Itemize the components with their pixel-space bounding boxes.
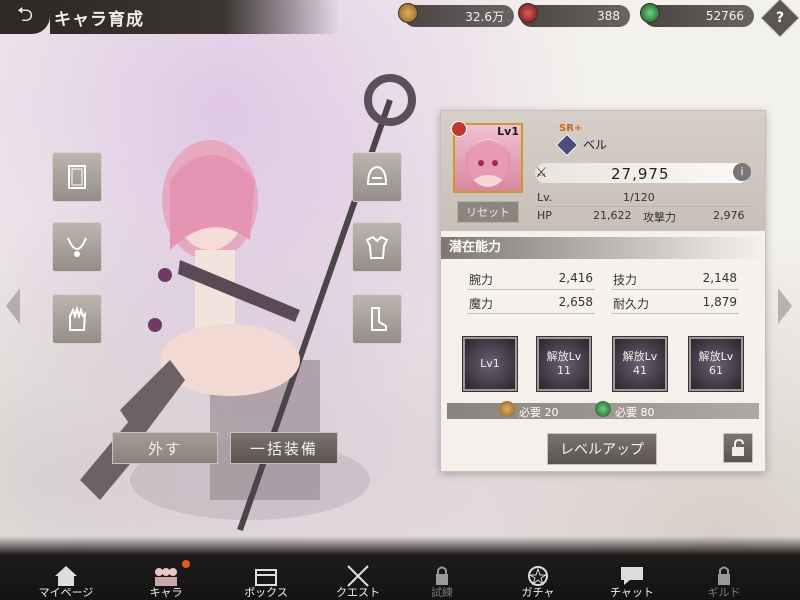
slot-card[interactable]	[52, 152, 102, 202]
skill-level: Lv1	[480, 357, 500, 370]
power-value: 27,975	[611, 165, 670, 183]
character-status-panel: Lv1 SR+ ベル ⚔ 27,975 i Lv. 1/120 HP 21,62…	[440, 110, 766, 472]
stat-label: 技力	[613, 273, 638, 287]
slot-helmet[interactable]	[352, 152, 402, 202]
slot-glove[interactable]	[52, 294, 102, 344]
unlock-icon	[732, 439, 744, 456]
red-gem-icon	[518, 3, 538, 23]
stat-row: 魔力 2,658	[467, 295, 595, 314]
title-bar: キャラ育成	[50, 0, 340, 34]
prev-character-arrow[interactable]	[6, 288, 20, 324]
lock-toggle-button[interactable]	[723, 433, 753, 463]
info-icon[interactable]: i	[733, 163, 751, 181]
help-button[interactable]: ?	[760, 0, 800, 38]
stat-label: 魔力	[469, 297, 494, 311]
nav-mypage[interactable]: マイページ	[26, 564, 106, 600]
orb-amount: 52766	[705, 9, 744, 23]
level-label: Lv.	[537, 191, 553, 204]
page-title: キャラ育成	[54, 9, 144, 30]
card-icon	[68, 165, 86, 189]
nav-box[interactable]: ボックス	[226, 564, 306, 600]
potential-skill-4[interactable]: 解放Lv 61	[689, 337, 743, 391]
nav-label: ガチャ	[521, 586, 555, 599]
nav-quest[interactable]: クエスト	[318, 564, 398, 600]
potential-section-title: 潜在能力	[441, 237, 765, 259]
nav-label: クエスト	[336, 586, 380, 599]
gold-requirement: 必要 20	[519, 406, 559, 419]
nav-label: キャラ	[149, 586, 183, 599]
attack-label: 攻撃力	[643, 211, 676, 224]
stat-value: 1,879	[702, 295, 737, 309]
portrait-level: Lv1	[497, 125, 519, 138]
nav-character[interactable]: キャラ	[126, 560, 206, 600]
sword-icon: ⚔	[535, 165, 548, 181]
nav-guild[interactable]: ギルド	[684, 564, 764, 600]
nav-label: ボックス	[244, 586, 288, 599]
gold-currency: 32.6万	[404, 5, 514, 27]
level-value: 1/120	[623, 191, 655, 204]
skill-label: 解放Lv	[622, 350, 658, 363]
nav-label: 試練	[431, 586, 453, 599]
necklace-icon	[67, 237, 87, 257]
potential-skill-1[interactable]: Lv1	[463, 337, 517, 391]
gold-coin-icon	[499, 401, 515, 417]
nav-chat[interactable]: チャット	[592, 564, 672, 600]
question-icon: ?	[775, 10, 785, 26]
stat-label: 腕力	[469, 273, 494, 287]
nav-trial[interactable]: 試練	[402, 564, 482, 600]
top-bar: ⮌ キャラ育成 32.6万 388 52766 ?	[0, 0, 800, 38]
rarity-label: SR+	[559, 123, 583, 134]
nav-label: ギルド	[707, 586, 741, 599]
potential-skill-2[interactable]: 解放Lv 11	[537, 337, 591, 391]
nav-gacha[interactable]: ガチャ	[498, 564, 578, 600]
back-arrow-icon: ⮌	[16, 2, 34, 26]
notification-badge	[182, 560, 190, 568]
skill-label: 解放Lv	[546, 350, 582, 363]
helmet-icon	[366, 165, 388, 185]
armor-icon	[365, 235, 389, 259]
nav-label: マイページ	[38, 586, 94, 599]
skill-label: 解放Lv	[698, 350, 734, 363]
level-up-button[interactable]: レベルアップ	[547, 433, 657, 465]
skill-level: 11	[557, 364, 571, 377]
attack-value: 2,976	[713, 209, 745, 222]
gold-coin-icon	[398, 3, 418, 23]
hp-value: 21,622	[593, 209, 632, 222]
skill-level: 41	[633, 364, 647, 377]
divider	[535, 206, 751, 207]
stat-value: 2,148	[702, 271, 737, 285]
green-orb-icon	[595, 401, 611, 417]
gem-amount: 388	[597, 9, 620, 23]
skill-level: 61	[709, 364, 723, 377]
boot-icon	[371, 307, 387, 331]
element-badge-icon	[451, 121, 467, 137]
slot-necklace[interactable]	[52, 222, 102, 272]
stat-row: 腕力 2,416	[467, 271, 595, 290]
glove-icon	[69, 305, 87, 331]
gold-amount: 32.6万	[465, 9, 504, 24]
potential-skill-3[interactable]: 解放Lv 41	[613, 337, 667, 391]
stat-row: 耐久力 1,879	[611, 295, 739, 314]
orb-requirement: 必要 80	[615, 406, 655, 419]
equip-all-button[interactable]: 一括装備	[230, 432, 338, 464]
next-character-arrow[interactable]	[778, 288, 792, 324]
back-button[interactable]: ⮌	[0, 0, 50, 34]
orb-currency: 52766	[644, 5, 754, 27]
stat-value: 2,416	[558, 271, 593, 285]
green-orb-icon	[640, 3, 660, 23]
reset-button[interactable]: リセット	[457, 201, 519, 223]
stat-label: 耐久力	[613, 297, 650, 311]
slot-armor[interactable]	[352, 222, 402, 272]
character-name: ベル	[583, 138, 608, 152]
bottom-navigation: マイページ キャラ ボックス クエスト 試練 ガチャ チャット ギルド	[0, 536, 800, 600]
stat-value: 2,658	[558, 295, 593, 309]
stat-row: 技力 2,148	[611, 271, 739, 290]
unequip-button[interactable]: 外す	[112, 432, 218, 464]
slot-boots[interactable]	[352, 294, 402, 344]
hp-label: HP	[537, 209, 552, 222]
nav-label: チャット	[610, 586, 654, 599]
